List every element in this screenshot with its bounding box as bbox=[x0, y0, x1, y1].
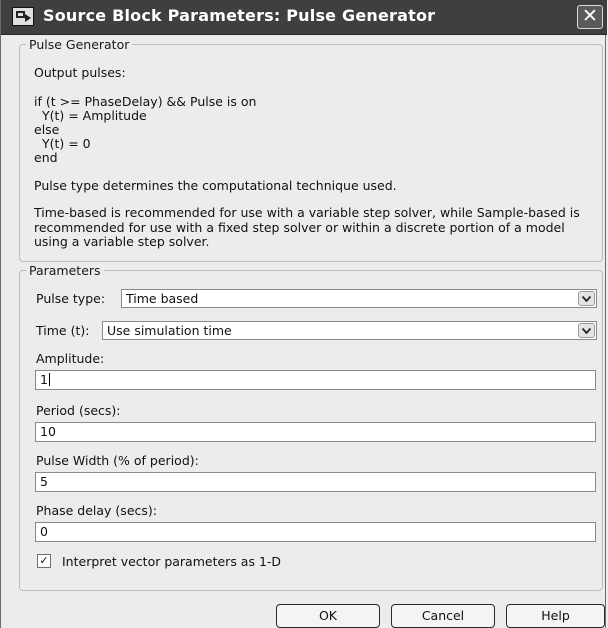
code-line: if (t >= PhaseDelay) && Pulse is on bbox=[34, 94, 257, 109]
code-line: end bbox=[34, 150, 58, 165]
pulse-type-value: Time based bbox=[126, 291, 199, 306]
code-line: Y(t) = Amplitude bbox=[34, 108, 147, 123]
output-pulses-label: Output pulses: bbox=[34, 65, 126, 80]
period-label: Period (secs): bbox=[36, 403, 121, 418]
time-select[interactable]: Use simulation time bbox=[102, 321, 597, 340]
amplitude-field[interactable]: 1 bbox=[35, 370, 596, 390]
phase-delay-label: Phase delay (secs): bbox=[36, 503, 157, 518]
amplitude-label: Amplitude: bbox=[36, 351, 105, 366]
time-based-note: Time-based is recommended for use with a… bbox=[34, 205, 580, 249]
chevron-down-icon[interactable] bbox=[578, 323, 595, 338]
title-bar[interactable]: Source Block Parameters: Pulse Generator… bbox=[1, 0, 607, 35]
pulse-width-label: Pulse Width (% of period): bbox=[36, 453, 199, 468]
window-title: Source Block Parameters: Pulse Generator bbox=[43, 6, 436, 25]
pulse-width-field[interactable]: 5 bbox=[35, 472, 596, 492]
help-button[interactable]: Help bbox=[506, 604, 605, 628]
interpret-vector-checkbox[interactable]: ✓ bbox=[37, 554, 51, 568]
amplitude-value: 1 bbox=[40, 372, 48, 387]
pulse-type-note: Pulse type determines the computational … bbox=[34, 178, 397, 193]
close-icon[interactable]: ✕ bbox=[577, 5, 603, 29]
code-line: else bbox=[34, 122, 60, 137]
phase-delay-field[interactable]: 0 bbox=[35, 522, 596, 542]
dialog-window: Source Block Parameters: Pulse Generator… bbox=[0, 0, 607, 628]
phase-delay-value: 0 bbox=[40, 524, 48, 539]
pulse-width-value: 5 bbox=[40, 474, 48, 489]
code-line: Y(t) = 0 bbox=[34, 136, 91, 151]
time-label: Time (t): bbox=[36, 323, 90, 338]
interpret-vector-label[interactable]: Interpret vector parameters as 1-D bbox=[62, 554, 281, 569]
pulse-type-label: Pulse type: bbox=[36, 291, 106, 306]
chevron-down-icon[interactable] bbox=[578, 291, 595, 306]
period-value: 10 bbox=[40, 424, 56, 439]
text-cursor bbox=[48, 373, 50, 386]
time-value: Use simulation time bbox=[107, 323, 232, 338]
parameters-legend: Parameters bbox=[29, 263, 101, 278]
pulse-type-select[interactable]: Time based bbox=[121, 289, 597, 308]
ok-button[interactable]: OK bbox=[276, 604, 380, 628]
period-field[interactable]: 10 bbox=[35, 422, 596, 442]
cancel-button[interactable]: Cancel bbox=[391, 604, 495, 628]
checkmark-icon: ✓ bbox=[39, 554, 49, 567]
block-icon bbox=[12, 7, 34, 26]
pulse-generator-legend: Pulse Generator bbox=[29, 37, 130, 52]
